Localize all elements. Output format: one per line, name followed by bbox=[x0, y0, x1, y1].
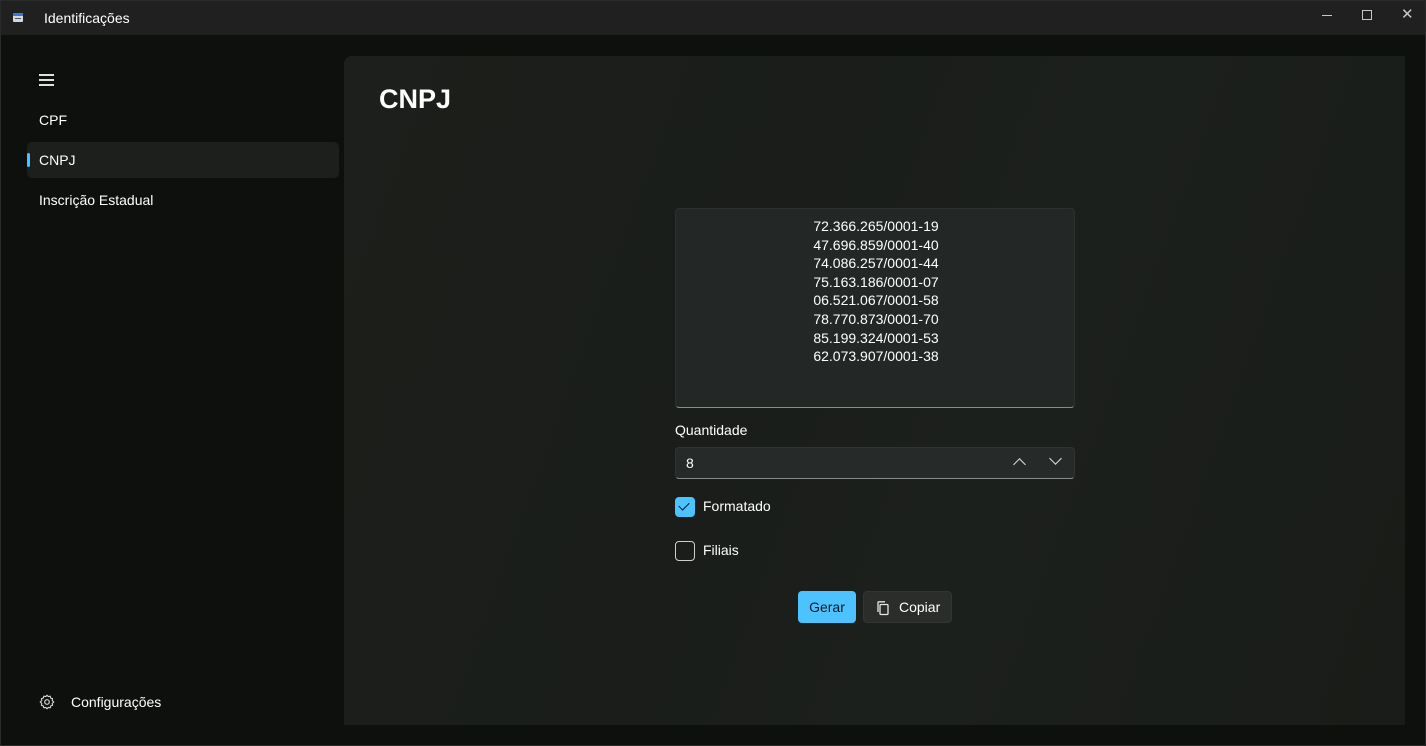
filiais-checkbox[interactable] bbox=[675, 541, 695, 561]
quantity-value[interactable]: 8 bbox=[686, 455, 694, 471]
generate-button[interactable]: Gerar bbox=[798, 591, 856, 623]
content-panel: CNPJ 72.366.265/0001-19 47.696.859/0001-4… bbox=[344, 56, 1405, 725]
quantity-stepper[interactable]: 8 bbox=[675, 447, 1075, 479]
selection-indicator bbox=[27, 153, 30, 167]
sidebar-item-label: Inscrição Estadual bbox=[39, 192, 154, 208]
minimize-button[interactable] bbox=[1307, 1, 1347, 31]
output-list: 72.366.265/0001-19 47.696.859/0001-40 74.0… bbox=[676, 217, 1076, 366]
gear-icon bbox=[39, 694, 55, 710]
sidebar-item-label: CNPJ bbox=[39, 152, 76, 168]
chevron-down-icon bbox=[1049, 452, 1062, 465]
close-button[interactable]: ✕ bbox=[1387, 1, 1426, 31]
cnpj-line: 47.696.859/0001-40 bbox=[813, 236, 939, 253]
copy-label: Copiar bbox=[899, 599, 941, 615]
cnpj-line: 72.366.265/0001-19 bbox=[813, 218, 939, 234]
hamburger-icon[interactable] bbox=[39, 73, 55, 86]
decrement-button[interactable] bbox=[1038, 448, 1074, 478]
sidebar-item-inscricao-estadual[interactable]: Inscrição Estadual bbox=[27, 182, 339, 218]
app-window: Identificações ✕ CPF CNPJ Inscrição Esta… bbox=[0, 0, 1426, 746]
maximize-button[interactable] bbox=[1347, 1, 1387, 31]
sidebar-item-cnpj[interactable]: CNPJ bbox=[27, 142, 339, 178]
increment-button[interactable] bbox=[1002, 448, 1038, 478]
cnpj-line: 78.770.873/0001-70 bbox=[813, 310, 939, 327]
minimize-icon bbox=[1322, 15, 1332, 16]
quantity-label: Quantidade bbox=[675, 422, 748, 438]
cnpj-line: 62.073.907/0001-38 bbox=[813, 348, 939, 365]
filiais-label[interactable]: Filiais bbox=[703, 542, 739, 558]
checkmark-icon bbox=[678, 499, 690, 511]
title-bar[interactable]: Identificações ✕ bbox=[1, 1, 1425, 35]
maximize-icon bbox=[1362, 10, 1372, 20]
settings-label: Configurações bbox=[71, 694, 162, 710]
window-title: Identificações bbox=[44, 10, 130, 26]
sidebar-item-label: CPF bbox=[39, 112, 67, 128]
formatado-checkbox[interactable] bbox=[675, 497, 695, 517]
app-icon bbox=[13, 13, 23, 22]
cnpj-line: 06.521.067/0001-58 bbox=[813, 292, 939, 309]
cnpj-line: 74.086.257/0001-44 bbox=[813, 255, 939, 272]
page-title: CNPJ bbox=[379, 84, 452, 114]
output-textbox[interactable]: 72.366.265/0001-19 47.696.859/0001-40 74.0… bbox=[675, 208, 1075, 408]
formatado-label[interactable]: Formatado bbox=[703, 498, 771, 514]
chevron-up-icon bbox=[1013, 458, 1026, 471]
copy-icon bbox=[877, 601, 889, 616]
close-icon: ✕ bbox=[1401, 6, 1414, 23]
cnpj-line: 85.199.324/0001-53 bbox=[813, 329, 939, 346]
sidebar-item-cpf[interactable]: CPF bbox=[27, 102, 339, 138]
cnpj-line: 75.163.186/0001-07 bbox=[813, 273, 939, 290]
copy-button[interactable]: Copiar bbox=[863, 591, 952, 623]
sidebar-item-settings[interactable]: Configurações bbox=[27, 684, 339, 720]
